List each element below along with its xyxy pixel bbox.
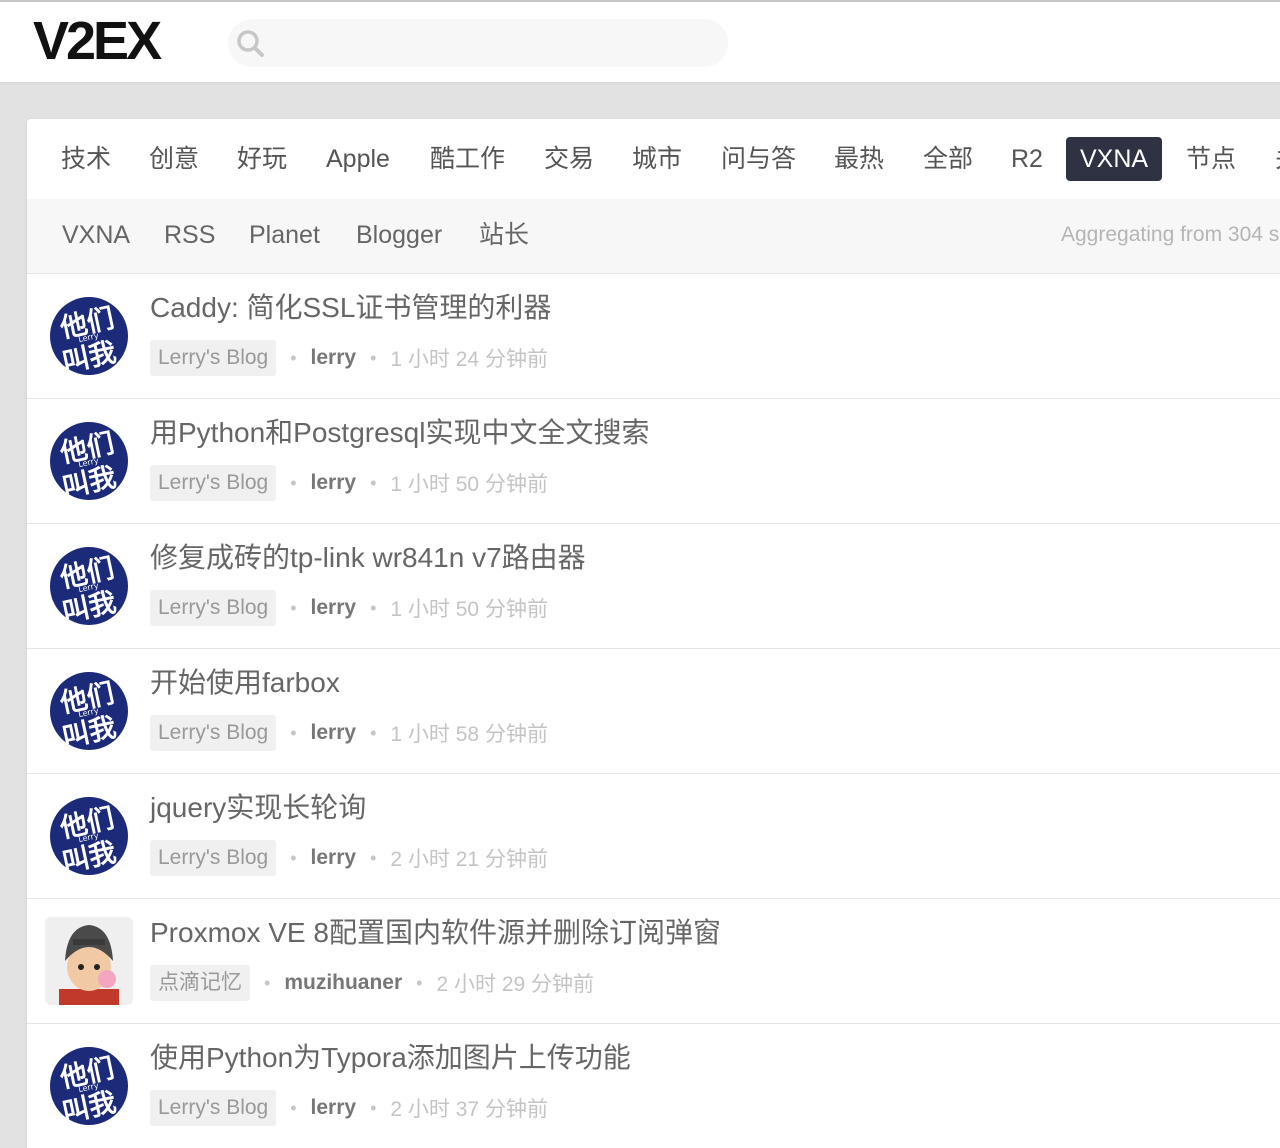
separator-dot: • bbox=[290, 472, 297, 493]
tab-9[interactable]: 全部 bbox=[909, 137, 987, 181]
tab-10[interactable]: R2 bbox=[997, 137, 1057, 181]
timestamp: 2 小时 37 分钟前 bbox=[390, 1098, 548, 1121]
subtab-4[interactable]: 站长 bbox=[479, 215, 529, 255]
list-item: 他们 Lerry 叫我 Caddy: 简化SSL证书管理的利器 Lerry's B… bbox=[27, 274, 1280, 399]
entry-meta: Lerry's Blog • lerry • 1 小时 24 分钟前 bbox=[150, 340, 548, 376]
source-badge[interactable]: Lerry's Blog bbox=[150, 590, 277, 626]
sub-tab-bar: Aggregating from 304 s VXNA RSS Planet Blog… bbox=[27, 199, 1280, 274]
avatar[interactable]: 他们 Lerry 叫我 bbox=[45, 667, 133, 755]
separator-dot: • bbox=[370, 847, 377, 868]
avatar[interactable] bbox=[45, 917, 133, 1005]
separator-dot: • bbox=[370, 472, 377, 493]
tab-0[interactable]: 技术 bbox=[47, 137, 125, 181]
timestamp: 1 小时 58 分钟前 bbox=[390, 723, 548, 746]
author-link[interactable]: lerry bbox=[311, 346, 357, 370]
avatar[interactable]: 他们 Lerry 叫我 bbox=[45, 1042, 133, 1130]
tab-bar: 技术创意好玩Apple 酷工作交易城市问与答最热全部R2VXNA节点关 bbox=[27, 119, 1280, 199]
author-link[interactable]: lerry bbox=[311, 846, 357, 870]
tab-13[interactable]: 关 bbox=[1261, 137, 1280, 181]
source-badge[interactable]: Lerry's Blog bbox=[150, 340, 277, 376]
timestamp: 2 小时 21 分钟前 bbox=[390, 848, 548, 871]
entry-title-link[interactable]: 开始使用farbox bbox=[150, 663, 340, 703]
source-badge[interactable]: Lerry's Blog bbox=[150, 715, 277, 751]
tab-8[interactable]: 最热 bbox=[820, 137, 898, 181]
timestamp: 1 小时 50 分钟前 bbox=[390, 473, 548, 496]
source-badge[interactable]: 点滴记忆 bbox=[150, 965, 250, 1001]
timestamp: 2 小时 29 分钟前 bbox=[436, 973, 595, 996]
separator-dot: • bbox=[290, 847, 297, 868]
source-badge[interactable]: Lerry's Blog bbox=[150, 465, 277, 501]
main-card: 技术创意好玩Apple酷工作交易城市问与答最热全部R2VXNA节点关 Aggre… bbox=[27, 119, 1280, 1148]
list-item: 他们 Lerry 叫我 开始使用farbox Lerry's Blog • lerry… bbox=[27, 649, 1280, 774]
search-input[interactable] bbox=[280, 27, 710, 59]
author-link[interactable]: lerry bbox=[311, 596, 357, 620]
tab-5[interactable]: 交易 bbox=[530, 137, 608, 181]
list-item: 他们 Lerry 叫我 使用Python为Typora添加图片上传功能 Lerry… bbox=[27, 1024, 1280, 1148]
subtab-3[interactable]: Blogger bbox=[356, 215, 442, 255]
tab-6[interactable]: 城市 bbox=[618, 137, 696, 181]
list-item: 他们 Lerry 叫我 jquery实现长轮询 Lerry's Blog • lerr… bbox=[27, 774, 1280, 899]
list-item: 他们 Lerry 叫我 修复成砖的tp-link wr841n v7路由器 Ler… bbox=[27, 524, 1280, 649]
author-link[interactable]: lerry bbox=[311, 721, 357, 745]
entry-title-link[interactable]: jquery实现长轮询 bbox=[150, 788, 366, 828]
list-item: 他们 Lerry 叫我 用Python和Postgresql实现中文全文搜索 Le… bbox=[27, 399, 1280, 524]
top-bar: V2EX bbox=[0, 0, 1280, 82]
tab-2[interactable]: 好玩 bbox=[223, 137, 301, 181]
search-box[interactable] bbox=[228, 19, 728, 67]
separator-dot: • bbox=[290, 597, 297, 618]
separator-dot: • bbox=[416, 972, 423, 993]
search-icon bbox=[237, 30, 264, 57]
separator-dot: • bbox=[370, 597, 377, 618]
avatar[interactable]: 他们 Lerry 叫我 bbox=[45, 417, 133, 505]
separator-dot: • bbox=[370, 722, 377, 743]
site-logo[interactable]: V2EX bbox=[33, 12, 162, 70]
entry-title-link[interactable]: Caddy: 简化SSL证书管理的利器 bbox=[150, 288, 551, 328]
aggregating-note: Aggregating from 304 s bbox=[1061, 223, 1280, 246]
tab-11[interactable]: VXNA bbox=[1066, 137, 1163, 181]
entry-title-link[interactable]: 修复成砖的tp-link wr841n v7路由器 bbox=[150, 538, 586, 578]
tab-3[interactable]: Apple bbox=[312, 137, 404, 181]
separator-dot: • bbox=[264, 972, 271, 993]
subtab-1[interactable]: RSS bbox=[164, 215, 215, 255]
tab-4[interactable]: 酷工作 bbox=[416, 137, 519, 181]
author-link[interactable]: lerry bbox=[311, 471, 357, 495]
timestamp: 1 小时 50 分钟前 bbox=[390, 598, 548, 621]
entry-meta: Lerry's Blog • lerry • 2 小时 37 分钟前 bbox=[150, 1090, 548, 1126]
entry-meta: Lerry's Blog • lerry • 2 小时 21 分钟前 bbox=[150, 840, 548, 876]
subtab-2[interactable]: Planet bbox=[249, 215, 320, 255]
entry-meta: Lerry's Blog • lerry • 1 小时 50 分钟前 bbox=[150, 465, 548, 501]
entry-title-link[interactable]: 使用Python为Typora添加图片上传功能 bbox=[150, 1038, 631, 1078]
entry-title-link[interactable]: 用Python和Postgresql实现中文全文搜索 bbox=[150, 413, 649, 453]
entry-meta: 点滴记忆 • muzihuaner • 2 小时 29 分钟前 bbox=[150, 965, 594, 1001]
tab-1[interactable]: 创意 bbox=[135, 137, 213, 181]
separator-dot: • bbox=[290, 347, 297, 368]
list-item: Proxmox VE 8配置国内软件源并删除订阅弹窗点滴记忆 • muzihuane… bbox=[27, 899, 1280, 1024]
entry-meta: Lerry's Blog • lerry • 1 小时 58 分钟前 bbox=[150, 715, 548, 751]
timestamp: 1 小时 24 分钟前 bbox=[390, 348, 548, 371]
source-badge[interactable]: Lerry's Blog bbox=[150, 1090, 277, 1126]
author-link[interactable]: lerry bbox=[311, 1096, 357, 1120]
source-badge[interactable]: Lerry's Blog bbox=[150, 840, 277, 876]
entry-meta: Lerry's Blog • lerry • 1 小时 50 分钟前 bbox=[150, 590, 548, 626]
subtab-0[interactable]: VXNA bbox=[62, 215, 130, 255]
tab-12[interactable]: 节点 bbox=[1172, 137, 1250, 181]
separator-dot: • bbox=[370, 347, 377, 368]
separator-dot: • bbox=[290, 722, 297, 743]
separator-dot: • bbox=[370, 1097, 377, 1118]
separator-dot: • bbox=[290, 1097, 297, 1118]
avatar[interactable]: 他们 Lerry 叫我 bbox=[45, 792, 133, 880]
avatar[interactable]: 他们 Lerry 叫我 bbox=[45, 542, 133, 630]
author-link[interactable]: muzihuaner bbox=[284, 971, 402, 995]
avatar[interactable]: 他们 Lerry 叫我 bbox=[45, 292, 133, 380]
entry-title-link[interactable]: Proxmox VE 8配置国内软件源并删除订阅弹窗 bbox=[150, 913, 721, 953]
tab-7[interactable]: 问与答 bbox=[707, 137, 810, 181]
